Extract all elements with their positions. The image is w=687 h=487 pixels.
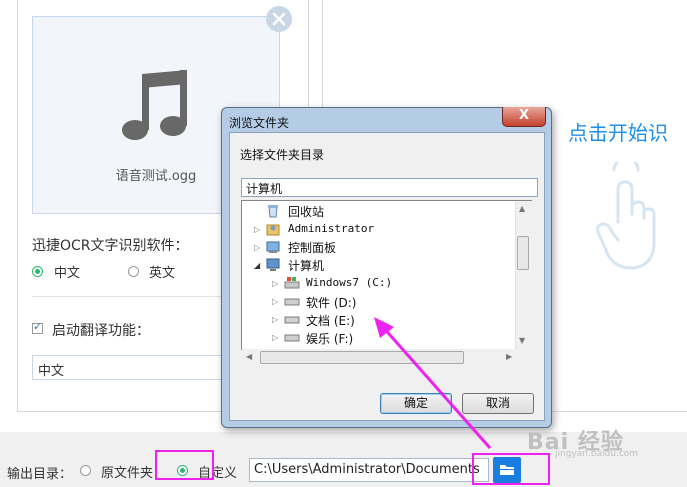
tree-item-drive-d[interactable]: 软件 (D:) [306,294,356,311]
drive-icon [284,316,300,324]
translate-language-select[interactable]: 中文 [32,355,232,380]
tree-item-computer[interactable]: 计算机 [288,257,324,274]
cancel-button[interactable]: 取消 [462,393,534,414]
original-folder-radio[interactable] [80,465,91,476]
ocr-english-radio[interactable] [128,266,139,277]
ok-button[interactable]: 确定 [380,393,452,414]
output-path-input[interactable]: C:\Users\Administrator\Documents [249,458,489,482]
expand-arrow-icon[interactable]: ▷ [272,315,278,324]
scroll-right-icon[interactable]: ▶ [506,352,512,361]
tree-item-drive-e[interactable]: 文档 (E:) [306,312,355,329]
music-note-icon [122,70,187,140]
output-dir-label: 输出目录： [7,467,73,482]
ocr-english-label: 英文 [149,266,176,281]
tree-item-drive-c[interactable]: Windows7 (C:) [306,276,392,289]
vertical-scroll-thumb[interactable] [517,236,529,270]
system-drive-icon [284,277,300,289]
start-recognition-text[interactable]: 点击开始识 [568,117,668,146]
expand-arrow-icon[interactable]: ▷ [272,297,278,306]
expand-arrow-icon[interactable]: ▷ [254,225,260,234]
custom-option-highlight [155,450,214,480]
dialog-subtitle: 选择文件夹目录 [240,148,325,162]
tree-item-control-panel[interactable]: 控制面板 [288,239,336,256]
scroll-down-icon[interactable]: ▼ [519,336,525,345]
control-panel-icon [266,241,280,253]
drive-icon [284,298,300,306]
scroll-left-icon[interactable]: ◀ [246,352,252,361]
scroll-up-icon[interactable]: ▲ [519,204,525,213]
tree-item-administrator[interactable]: Administrator [288,222,374,235]
translate-checkbox[interactable] [32,320,43,334]
horizontal-scroll-thumb[interactable] [260,351,464,364]
browse-button-highlight [472,453,550,485]
remove-file-button[interactable] [266,6,292,32]
tree-vertical-scrollbar[interactable] [515,201,532,349]
ocr-chinese-radio[interactable] [32,266,43,277]
computer-icon [266,258,280,271]
collapse-arrow-icon[interactable]: ◢ [254,261,260,270]
expand-arrow-icon[interactable]: ▷ [272,333,278,342]
drive-icon [284,334,300,342]
user-folder-icon [266,224,280,236]
recycle-bin-icon [268,205,278,218]
selected-folder-field[interactable]: 计算机 [241,178,538,197]
expand-arrow-icon[interactable]: ▷ [254,243,260,252]
tree-item-drive-f[interactable]: 娱乐 (F:) [306,330,353,347]
tree-item-recycle-bin[interactable]: 回收站 [288,203,324,220]
ocr-language-label: 迅捷OCR文字识别软件： [32,238,189,254]
ocr-chinese-label: 中文 [54,266,81,281]
close-icon [272,12,286,26]
watermark-url: jingyan.baidu.com [555,449,639,459]
dialog-close-button[interactable]: X [502,107,546,127]
original-folder-label: 原文件夹 [101,466,154,481]
expand-arrow-icon[interactable]: ▷ [272,279,278,288]
folder-tree[interactable]: 回收站 ▷ Administrator ▷ 控制面板 ◢ 计算机 ▷ Windo… [241,200,532,350]
pointer-hand-icon [596,162,656,270]
dialog-title: 浏览文件夹 [229,116,290,130]
translate-label: 启动翻译功能： [52,323,150,339]
